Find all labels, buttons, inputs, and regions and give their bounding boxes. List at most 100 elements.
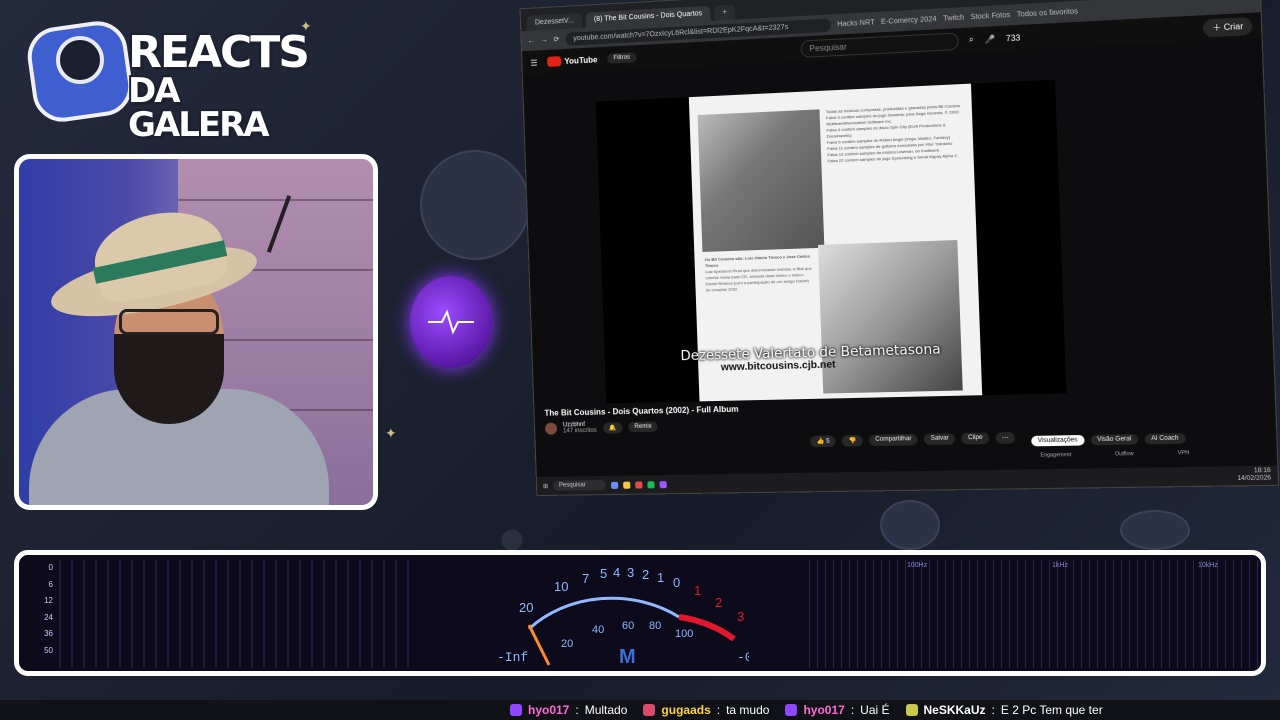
- remix-button[interactable]: Remix: [628, 421, 658, 433]
- bell-icon[interactable]: 🔔: [602, 421, 623, 434]
- chat-user[interactable]: gugaads: [661, 703, 710, 717]
- sub-badge-icon: [510, 704, 522, 716]
- channel-avatar[interactable]: [544, 422, 558, 435]
- chat-sep: :: [575, 703, 579, 717]
- bg-helmet-decoration: [880, 500, 940, 550]
- video-title: The Bit Cousins - Dois Quartos (2002) - …: [544, 404, 739, 418]
- chrome-icon[interactable]: [634, 480, 643, 489]
- taskbar-search[interactable]: Pesquisar: [552, 479, 606, 491]
- gauge-label: 2: [642, 567, 649, 582]
- more-icon[interactable]: ⋯: [995, 432, 1016, 444]
- bookmark-ecomercy[interactable]: E-Comercy 2024: [881, 15, 937, 25]
- gauge-sub-label: 20: [561, 638, 573, 650]
- subtab-outflow[interactable]: Outflow: [1115, 451, 1134, 458]
- chat-message: Uai É: [860, 703, 890, 717]
- tab-overview[interactable]: Visão Geral: [1090, 433, 1139, 446]
- logo-line-1: REACTS: [128, 27, 310, 78]
- save-button[interactable]: Salvar: [924, 433, 956, 446]
- gauge-sub-label: 100: [675, 628, 693, 640]
- home-studio-photo: [818, 240, 963, 394]
- freq-label: 1kHz: [1052, 562, 1068, 569]
- scale-tick: 6: [48, 579, 53, 589]
- bookmark-twitch[interactable]: Twitch: [943, 14, 964, 22]
- tab-ai-coach[interactable]: AI Coach: [1144, 433, 1186, 445]
- gauge-label: 10: [554, 579, 568, 594]
- freq-label: 100Hz: [907, 562, 928, 569]
- share-button[interactable]: Compartilhar: [868, 433, 919, 447]
- like-count: 5: [826, 438, 830, 445]
- reload-icon[interactable]: ⟳: [553, 35, 559, 43]
- chat-user[interactable]: hyo017: [803, 703, 844, 717]
- credits-text: Todas as músicas compostas, produzidas e…: [826, 103, 965, 165]
- chat-message: E 2 Pc Tem que ter: [1000, 703, 1103, 717]
- gauge-label-red: 2: [715, 595, 722, 610]
- filter-chip[interactable]: Filtros: [607, 52, 637, 64]
- gauge-label: 3: [627, 565, 634, 580]
- analytics-subtabs: Engagement Outflow VPH: [1040, 450, 1189, 459]
- glasses: [119, 309, 219, 335]
- taskbar-clock: 18:16 14/02/2026: [1237, 468, 1271, 483]
- analytics-tabs: Visualizações Visão Geral AI Coach: [1031, 433, 1186, 447]
- forward-icon[interactable]: →: [540, 36, 547, 43]
- bookmark-stock[interactable]: Stock Fotos: [970, 11, 1010, 20]
- computer-room-photo: [697, 109, 825, 252]
- channel-info: Uzzbhnf 147 inscritos: [563, 422, 597, 435]
- channel-logo: REACTS DA GALERA: [23, 14, 310, 142]
- bookmark-hacks[interactable]: Hacks NRT: [837, 19, 875, 28]
- subscriber-count: 147 inscritos: [563, 427, 597, 435]
- scale-tick: 0: [48, 563, 53, 572]
- logo-text: REACTS DA GALERA: [128, 27, 310, 145]
- search-icon[interactable]: ⌕: [969, 35, 974, 46]
- youtube-search-input[interactable]: Pesquisar: [799, 31, 959, 58]
- scale-tick: 12: [44, 596, 53, 605]
- gauge-label: 0: [673, 575, 680, 590]
- like-button[interactable]: 👍 5: [810, 435, 837, 448]
- freq-label: 10kHz: [1198, 562, 1218, 569]
- bg-helmet-decoration: [1120, 510, 1190, 550]
- clip-button[interactable]: Clipe: [961, 432, 990, 445]
- astronaut-helmet-icon: [56, 36, 104, 84]
- video-player[interactable]: Todas as músicas compostas, produzidas e…: [595, 79, 1067, 404]
- chat-user[interactable]: NeSKKaUz: [924, 703, 986, 717]
- star-icon: ✦: [385, 425, 397, 441]
- toolbar-count: 733: [1005, 32, 1021, 43]
- gauge-label: 5: [600, 566, 607, 581]
- spotify-icon[interactable]: [647, 480, 655, 488]
- vu-gauge: 20 10 7 5 4 3 2 1 0 1 2 3 20 40 60 80 10…: [497, 565, 749, 668]
- windows-start-icon[interactable]: ⊞: [543, 482, 548, 489]
- subtab-vph[interactable]: VPH: [1178, 450, 1190, 457]
- gauge-label: 7: [582, 571, 589, 586]
- gauge-label: 4: [613, 565, 620, 580]
- browser-tab[interactable]: DezessetV...: [526, 12, 583, 31]
- tab-views[interactable]: Visualizações: [1031, 434, 1085, 447]
- chat-message: ta mudo: [726, 703, 770, 717]
- gauge-sub-label: 60: [622, 620, 634, 632]
- bookmark-all[interactable]: Todos os favoritos: [1017, 8, 1078, 19]
- gauge-top-labels: 20 10 7 5 4 3 2 1 0 1 2 3: [519, 565, 744, 624]
- bg-speaker-decoration: [420, 150, 530, 260]
- chat-user[interactable]: hyo017: [528, 703, 569, 717]
- new-tab-button[interactable]: +: [714, 4, 736, 21]
- channel-row: Uzzbhnf 147 inscritos 🔔 Remix: [544, 420, 658, 435]
- create-label: Criar: [1223, 21, 1244, 32]
- youtube-logo[interactable]: YouTube: [547, 54, 598, 67]
- app-icon[interactable]: [610, 481, 618, 489]
- menu-icon[interactable]: ☰: [530, 58, 537, 67]
- subtab-engagement[interactable]: Engagement: [1040, 452, 1071, 459]
- back-icon[interactable]: ←: [528, 37, 535, 44]
- scale-tick: 24: [44, 612, 53, 622]
- app-icon[interactable]: [659, 480, 667, 488]
- dislike-button[interactable]: 👎: [842, 434, 863, 447]
- folder-icon[interactable]: [622, 481, 631, 489]
- chat-ticker: hyo017 : Multado gugaads : ta mudo hyo01…: [0, 700, 1280, 720]
- gauge-label: 1: [657, 570, 664, 585]
- chat-sep: :: [850, 703, 855, 717]
- chat-sep: :: [991, 703, 995, 717]
- spectrum-analyzer: 100Hz 1kHz 10kHz: [809, 560, 1259, 668]
- webcam-frame: [14, 154, 378, 510]
- create-button[interactable]: ＋ Criar: [1203, 16, 1253, 37]
- mic-icon[interactable]: 🎤: [984, 34, 995, 44]
- youtube-logo-text: YouTube: [564, 54, 598, 66]
- heartbeat-icon: [428, 309, 474, 335]
- logo-line-2: DA GALERA: [128, 71, 270, 145]
